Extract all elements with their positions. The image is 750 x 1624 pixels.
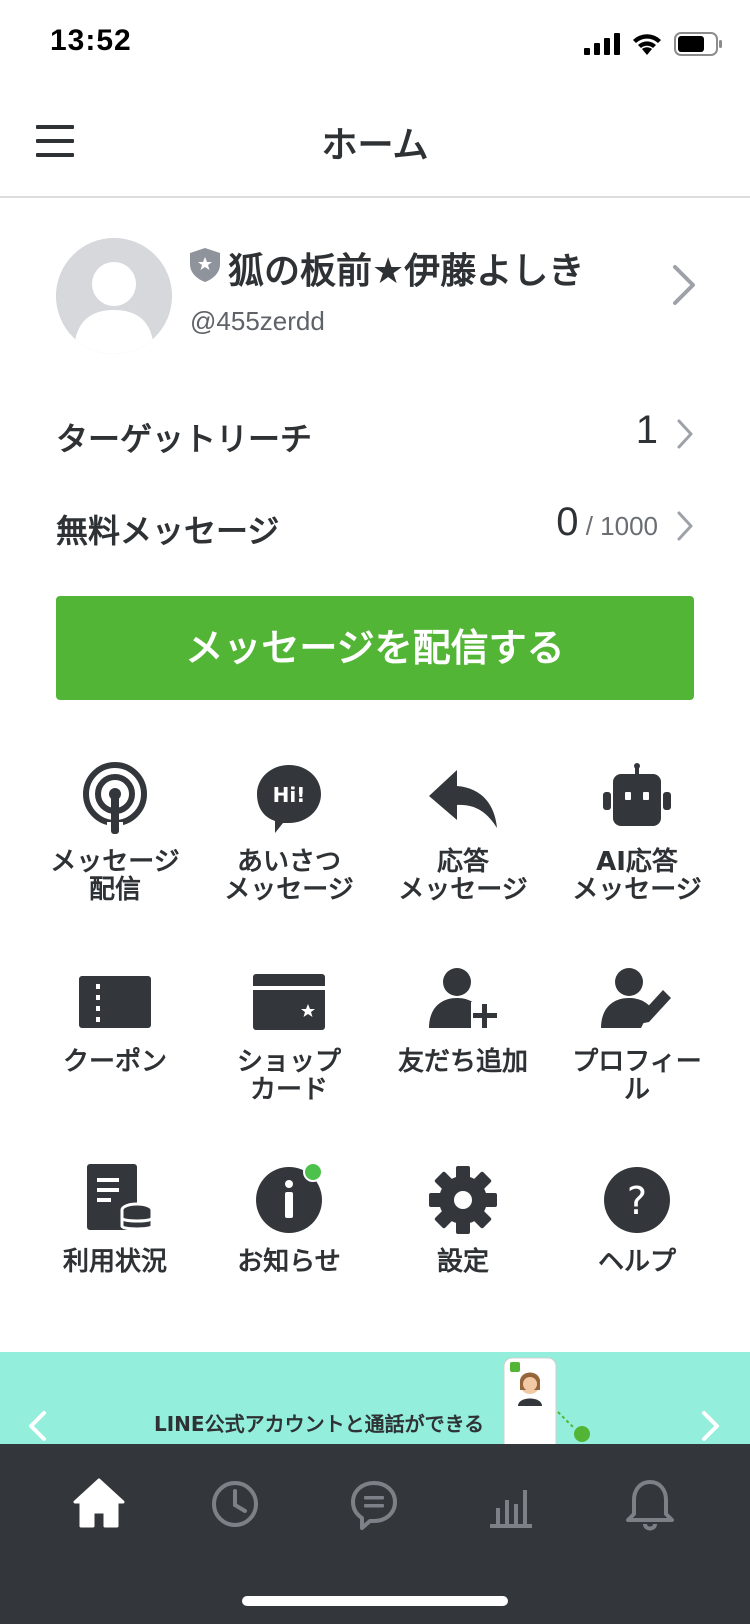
grid-label: 友だち追加	[397, 1047, 528, 1077]
grid-label: プロフィー ル	[572, 1047, 702, 1105]
bottom-tab-bar	[0, 1444, 750, 1624]
tab-chat[interactable]	[344, 1474, 404, 1534]
home-icon	[73, 1478, 125, 1528]
clock-icon	[212, 1481, 258, 1527]
help-icon: ?	[604, 1167, 670, 1233]
chevron-right-icon	[677, 419, 693, 449]
free-messages-label: 無料メッセージ	[56, 512, 280, 550]
free-messages-value: 0 / 1000	[556, 500, 658, 545]
status-time: 13:52	[50, 24, 132, 57]
account-id: @455zerdd	[190, 306, 325, 336]
account-name: 狐の板前★伊藤よしき	[228, 251, 585, 292]
grid-item-usage[interactable]: 利用状況	[28, 1162, 202, 1332]
chat-icon	[351, 1481, 397, 1530]
tab-analytics[interactable]	[481, 1474, 541, 1534]
home-indicator	[242, 1596, 508, 1606]
target-reach-row[interactable]: ターゲットリーチ 1	[56, 404, 694, 464]
grid-item-profile[interactable]: プロフィー ル	[550, 962, 724, 1132]
tab-notifications[interactable]	[620, 1474, 680, 1534]
grid-item-greeting-message[interactable]: Hi! あいさつ メッセージ	[202, 762, 376, 932]
verified-shield-icon	[190, 248, 220, 282]
grid-label: クーポン	[62, 1047, 167, 1077]
target-reach-value: 1	[635, 408, 658, 452]
signal-icon	[584, 33, 620, 55]
grid-item-message-broadcast[interactable]: メッセージ 配信	[28, 762, 202, 932]
gear-icon	[429, 1166, 497, 1234]
tab-home[interactable]	[69, 1474, 129, 1534]
battery-icon	[674, 32, 722, 56]
nav-bar: ホーム	[0, 92, 750, 198]
grid-item-coupon[interactable]: クーポン	[28, 962, 202, 1132]
svg-text:Hi!: Hi!	[273, 783, 306, 807]
grid-item-help[interactable]: ? ヘルプ	[550, 1162, 724, 1332]
add-friend-icon	[429, 968, 499, 1030]
grid-label: 利用状況	[62, 1247, 167, 1277]
chevron-right-icon	[677, 511, 693, 541]
svg-text:?: ?	[627, 1179, 647, 1223]
grid-label: AI応答 メッセージ	[572, 847, 702, 905]
status-bar: 13:52	[0, 0, 750, 92]
account-profile-row[interactable]: 狐の板前★伊藤よしき @455zerdd	[0, 198, 750, 378]
tab-timeline[interactable]	[205, 1474, 265, 1534]
free-messages-count: 0	[556, 500, 579, 544]
grid-item-settings[interactable]: 設定	[376, 1162, 550, 1332]
banner-text: LINE公式アカウントと通話ができる	[154, 1412, 485, 1436]
grid-item-auto-reply[interactable]: 応答 メッセージ	[376, 762, 550, 932]
notification-dot	[303, 1162, 323, 1182]
grid-label: あいさつ メッセージ	[224, 847, 354, 905]
grid-item-news[interactable]: お知らせ	[202, 1162, 376, 1332]
free-messages-row[interactable]: 無料メッセージ 0 / 1000	[56, 496, 694, 556]
avatar	[56, 238, 172, 354]
target-reach-label: ターゲットリーチ	[56, 420, 313, 458]
usage-icon	[87, 1164, 151, 1231]
banner-next-icon[interactable]	[700, 1410, 722, 1442]
wifi-icon	[633, 34, 661, 55]
phone-illustration-icon	[503, 1357, 590, 1444]
banner-prev-icon[interactable]	[26, 1410, 48, 1442]
bell-icon	[626, 1480, 674, 1531]
grid-item-ai-reply[interactable]: AI応答 メッセージ	[550, 762, 724, 932]
hi-bubble-icon: Hi!	[257, 765, 321, 833]
grid-item-add-friends[interactable]: 友だち追加	[376, 962, 550, 1132]
promo-banner[interactable]: LINE公式アカウントと通話ができる	[0, 1352, 750, 1444]
default-avatar-icon	[56, 238, 172, 354]
grid-label: ヘルプ	[597, 1247, 676, 1277]
broadcast-icon	[83, 762, 147, 834]
free-messages-max: / 1000	[578, 511, 658, 541]
robot-icon	[603, 763, 671, 826]
grid-label: お知らせ	[237, 1247, 341, 1277]
page-title: ホーム	[321, 125, 429, 166]
info-icon	[256, 1162, 323, 1233]
grid-label: 応答 メッセージ	[398, 847, 528, 905]
grid-label: メッセージ 配信	[50, 847, 180, 905]
send-message-button[interactable]: メッセージを配信する	[56, 596, 694, 700]
chevron-right-icon	[673, 265, 695, 305]
status-icons	[584, 32, 722, 56]
grid-item-shop-card[interactable]: ショップ カード	[202, 962, 376, 1132]
profile-edit-icon	[601, 968, 671, 1028]
coupon-icon	[79, 976, 151, 1028]
reply-icon	[429, 770, 497, 828]
grid-label: ショップ カード	[236, 1047, 341, 1105]
shop-card-icon	[253, 974, 325, 1030]
grid-label: 設定	[436, 1247, 489, 1277]
analytics-icon	[490, 1490, 532, 1528]
